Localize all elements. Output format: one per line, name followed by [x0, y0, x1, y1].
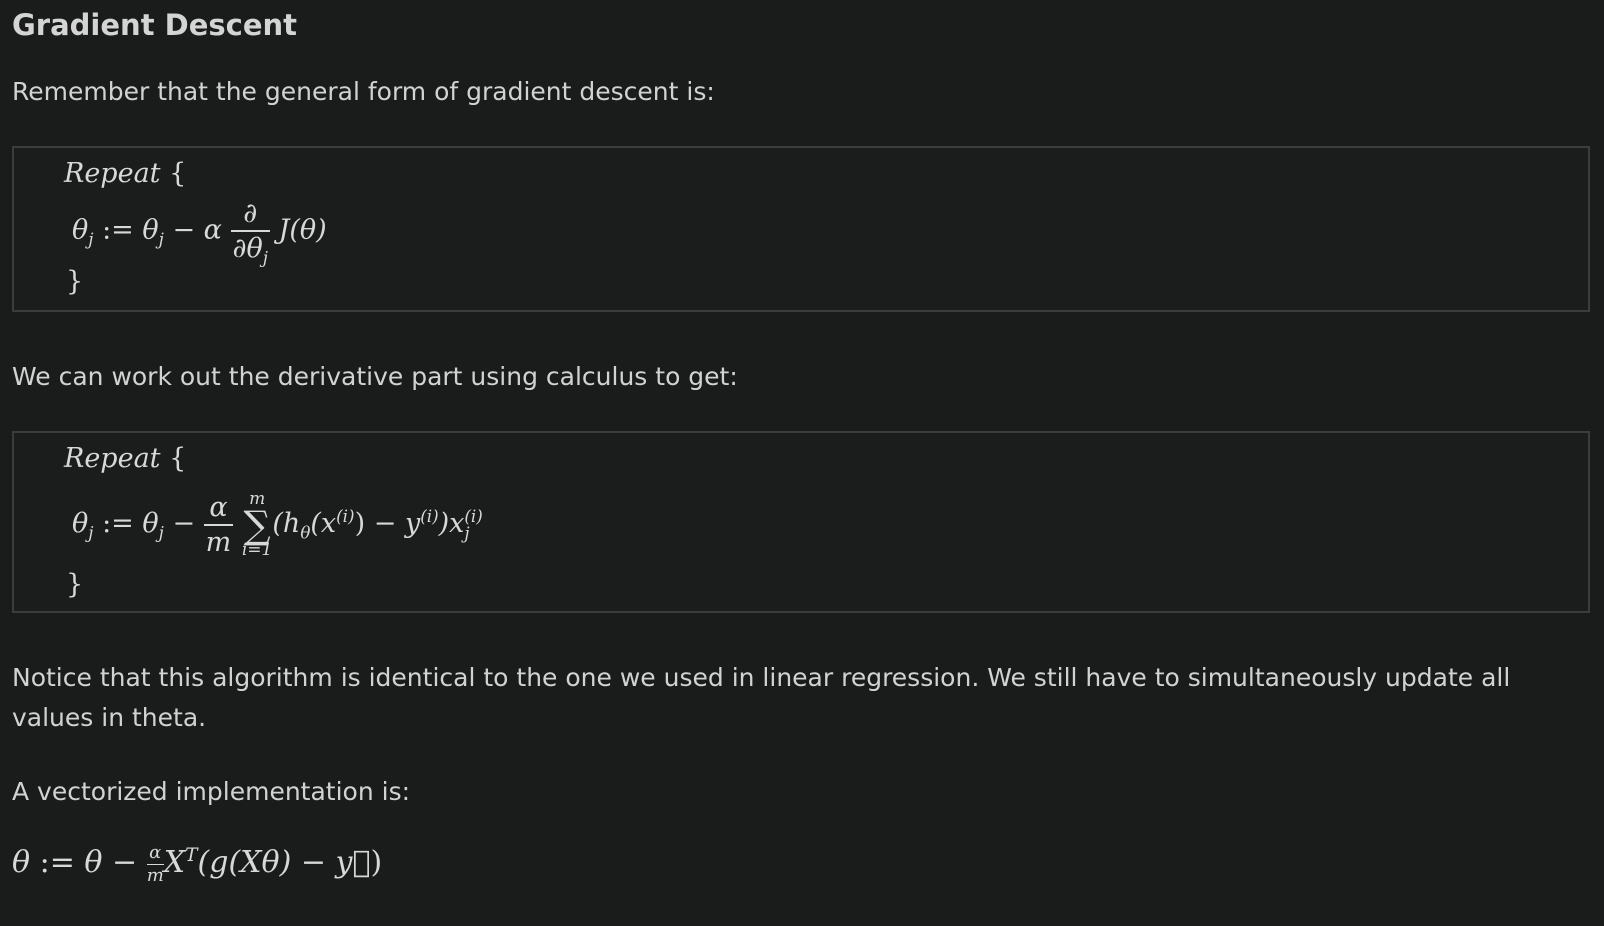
vectorized-formula: θ := θ − α m XT(g(Xθ) − y⃗) — [12, 841, 383, 886]
close-brace: } — [66, 266, 84, 297]
derived-update-rule: θj := θj − α m m ∑ i=1 (hθ(x(i)) − y(i))… — [72, 488, 483, 560]
derivative-paragraph: We can work out the derivative part usin… — [12, 362, 738, 391]
notice-paragraph: Notice that this algorithm is identical … — [12, 663, 1511, 732]
partial-derivative: ∂ ∂θj — [230, 198, 270, 268]
close-brace: } — [66, 569, 84, 600]
repeat-label: Repeat { — [64, 158, 187, 189]
alpha-over-m: α m — [203, 491, 234, 558]
gradient-descent-formula-box: Repeat { θj := θj − α ∂ ∂θj J(θ) } — [12, 146, 1590, 312]
vectorized-paragraph: A vectorized implementation is: — [12, 777, 411, 806]
logistic-gradient-formula-box: Repeat { θj := θj − α m m ∑ i=1 (hθ(x(i)… — [12, 431, 1590, 613]
update-rule: θj := θj − α ∂ ∂θj J(θ) — [72, 198, 327, 268]
repeat-label: Repeat { — [64, 443, 187, 474]
intro-paragraph: Remember that the general form of gradie… — [12, 77, 715, 106]
alpha-over-m: α m — [146, 841, 164, 886]
summation: m ∑ i=1 — [241, 488, 273, 560]
page-title: Gradient Descent — [12, 8, 298, 42]
